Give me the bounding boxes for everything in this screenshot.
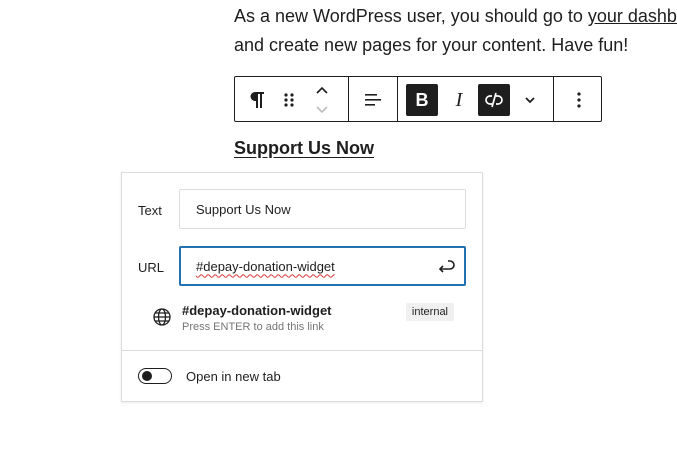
paragraph-block[interactable]: As a new WordPress user, you should go t… bbox=[234, 2, 677, 60]
suggestion-title: #depay-donation-widget bbox=[182, 303, 332, 318]
suggestion-type-badge: internal bbox=[405, 303, 454, 321]
options-icon[interactable] bbox=[567, 89, 591, 111]
url-field-label: URL bbox=[138, 260, 165, 275]
open-in-new-tab-row: Open in new tab bbox=[138, 367, 438, 387]
dashboard-link[interactable]: your dashbo bbox=[588, 6, 677, 26]
link-popover: Text Support Us Now URL #depay-donation-… bbox=[121, 172, 483, 402]
drag-handle-icon[interactable] bbox=[277, 89, 301, 111]
text-input[interactable]: Support Us Now bbox=[179, 189, 466, 229]
url-input[interactable]: #depay-donation-widget bbox=[179, 246, 466, 286]
paragraph-icon[interactable] bbox=[245, 89, 269, 111]
block-toolbar: B I bbox=[234, 76, 602, 122]
text-field-label: Text bbox=[138, 203, 162, 218]
paragraph-text: As a new WordPress user, you should go t… bbox=[234, 6, 588, 26]
link-suggestion[interactable]: #depay-donation-widget Press ENTER to ad… bbox=[152, 301, 456, 339]
suggestion-subtitle: Press ENTER to add this link bbox=[182, 321, 324, 333]
open-in-new-tab-label: Open in new tab bbox=[186, 369, 281, 384]
unlink-button[interactable] bbox=[478, 84, 510, 116]
url-input-value: #depay-donation-widget bbox=[196, 258, 335, 274]
submit-return-icon[interactable] bbox=[436, 257, 456, 280]
bold-button[interactable]: B bbox=[406, 84, 438, 116]
more-formatting-icon[interactable] bbox=[518, 89, 542, 111]
globe-icon bbox=[152, 307, 172, 332]
selected-link-text[interactable]: Support Us Now bbox=[234, 138, 374, 159]
toggle-knob bbox=[142, 371, 152, 381]
paragraph-text-line2: and create new pages for your content. H… bbox=[234, 35, 629, 55]
text-input-value: Support Us Now bbox=[196, 201, 291, 217]
open-in-new-tab-toggle[interactable] bbox=[138, 368, 172, 384]
bold-icon: B bbox=[415, 89, 429, 110]
popover-divider bbox=[122, 350, 482, 351]
move-up-down-icon[interactable] bbox=[311, 83, 333, 117]
italic-button[interactable]: I bbox=[443, 84, 475, 116]
align-icon[interactable] bbox=[361, 89, 385, 111]
unlink-icon bbox=[485, 92, 503, 108]
italic-icon: I bbox=[455, 88, 463, 111]
